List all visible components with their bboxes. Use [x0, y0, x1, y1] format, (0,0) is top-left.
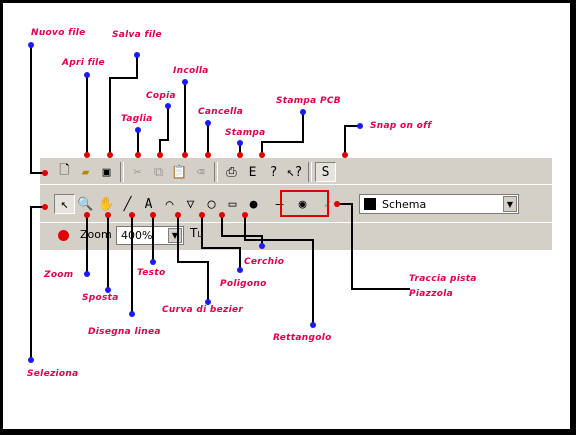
callout-nuovo-file: Nuovo file: [31, 28, 86, 38]
callout-poligono: Poligono: [220, 279, 267, 289]
callout-seleziona: Seleziona: [27, 369, 79, 379]
callout-copia: Copia: [146, 91, 176, 101]
callout-incolla: Incolla: [173, 66, 209, 76]
callout-disegna-linea: Disegna linea: [88, 327, 161, 337]
callout-testo: Testo: [137, 268, 166, 278]
callout-apri-file: Apri file: [62, 58, 105, 68]
callout-traccia-pista: Traccia pista: [409, 274, 477, 284]
callout-zoom: Zoom: [44, 270, 74, 280]
callout-stampa: Stampa: [225, 128, 266, 138]
callout-snap: Snap on off: [370, 121, 432, 131]
callout-piazzola: Piazzola: [409, 289, 453, 299]
callout-stampa-pcb: Stampa PCB: [276, 96, 341, 106]
callout-taglia: Taglia: [121, 114, 153, 124]
callout-rettangolo: Rettangolo: [273, 333, 332, 343]
callout-cerchio: Cerchio: [244, 257, 285, 267]
callout-sposta: Sposta: [82, 293, 119, 303]
callout-cancella: Cancella: [198, 107, 244, 117]
callout-salva-file: Salva file: [112, 30, 162, 40]
callout-curva-di-bezier: Curva di bezier: [162, 305, 244, 315]
